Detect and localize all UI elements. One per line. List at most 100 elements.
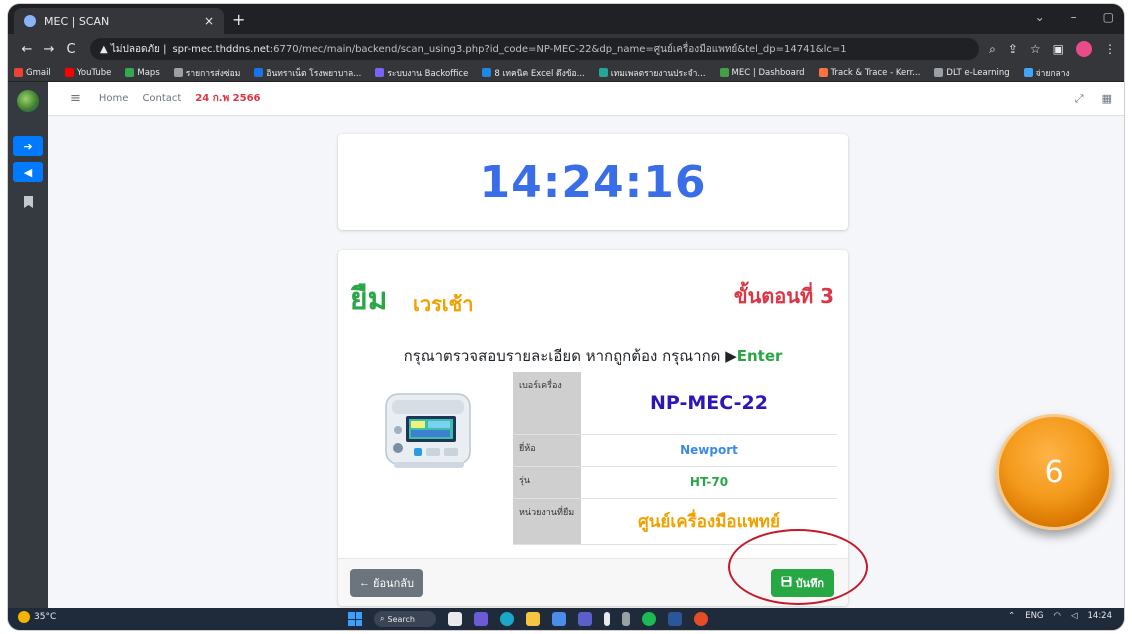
- bookmark-favicon-icon: [719, 68, 729, 77]
- reload-icon[interactable]: C: [60, 42, 82, 57]
- sidebar-back-button[interactable]: ◀: [13, 162, 43, 182]
- bookmark-label: Gmail: [26, 67, 51, 78]
- back-arrow-icon[interactable]: ←: [16, 42, 38, 57]
- hamburger-menu-icon[interactable]: ≡: [70, 91, 81, 106]
- table-row: เบอร์เครื่อง NP-MEC-22: [513, 372, 837, 435]
- card-footer: ← ย้อนกลับ บันทึก: [338, 558, 848, 606]
- bookmark-favicon-icon: [1023, 68, 1033, 77]
- fullscreen-icon[interactable]: ⤢: [1075, 92, 1084, 106]
- bookmark-item[interactable]: DLT e-Learning: [934, 68, 1010, 78]
- bookmark-item[interactable]: อินทราเน็ต โรงพยาบาล...: [254, 66, 361, 80]
- teams-icon[interactable]: [474, 612, 488, 626]
- bookmark-favicon-icon: [598, 68, 608, 77]
- nav-contact-link[interactable]: Contact: [142, 93, 181, 104]
- share-icon[interactable]: ⇪: [1008, 42, 1018, 56]
- tab-search-icon[interactable]: ⌄: [1035, 10, 1045, 24]
- app-icon[interactable]: [578, 612, 592, 626]
- row-label-brand: ยี่ห้อ: [513, 434, 581, 467]
- tab-close-icon[interactable]: ×: [204, 14, 214, 28]
- sidebar-forward-button[interactable]: ➔: [13, 136, 43, 156]
- page-content: ➔ ◀ ≡ Home Contact 24 ก.พ 2566 ⤢ ▦ 14:24…: [8, 82, 1124, 608]
- grid-icon[interactable]: ▦: [1102, 92, 1112, 106]
- address-bar[interactable]: ▲ ไม่ปลอดภัย | spr-mec.thddns.net :6770/…: [90, 38, 980, 60]
- nav-date: 24 ก.พ 2566: [195, 93, 261, 104]
- bookmark-item[interactable]: Maps: [125, 68, 160, 78]
- spotify-icon[interactable]: [642, 612, 656, 626]
- windows-taskbar: 35°C ⌕ Search ⌃ ENG ◠ ◁ 14:24: [8, 608, 1124, 630]
- bookmark-item[interactable]: ระบบงาน Backoffice: [375, 66, 468, 80]
- lang-indicator[interactable]: ENG: [1025, 611, 1043, 621]
- security-warning[interactable]: ▲ ไม่ปลอดภัย |: [100, 42, 166, 57]
- bookmark-label: อินทราเน็ต โรงพยาบาล...: [266, 68, 362, 79]
- taskbar-search-label: Search: [387, 614, 415, 624]
- clock-time: 14:24:16: [479, 156, 707, 208]
- browser-toolbar: ← → C ▲ ไม่ปลอดภัย | spr-mec.thddns.net …: [8, 34, 1124, 64]
- browser-tab[interactable]: MEC | SCAN ×: [14, 8, 224, 34]
- windows-start-icon[interactable]: [348, 612, 362, 626]
- clock-card: 14:24:16: [338, 134, 848, 230]
- window-controls: ⌄ – ▢: [1035, 10, 1114, 24]
- save-button-label: บันทึก: [795, 578, 824, 590]
- wifi-icon[interactable]: ◠: [1054, 611, 1061, 621]
- title-borrow: ยืม: [350, 282, 388, 317]
- bookmark-favicon-icon: [64, 68, 74, 77]
- back-button[interactable]: ← ย้อนกลับ: [350, 569, 423, 597]
- bookmark-item[interactable]: Track & Trace - Kerr...: [818, 67, 921, 78]
- toolbar-icons: ⌕ ⇪ ☆ ▣ ⋮: [989, 41, 1116, 57]
- row-value-department: ศูนย์เครื่องมือแพทย์: [581, 498, 837, 545]
- taskbar-apps: ⌕ Search: [348, 611, 708, 627]
- minimize-button[interactable]: –: [1071, 10, 1077, 24]
- app-logo[interactable]: [17, 90, 39, 112]
- url-path: :6770/mec/main/backend/scan_using3.php?i…: [269, 43, 847, 55]
- bookmarks-bar: Gmail YouTube Maps รายการส่งซ่อม อินทราเน็ต …: [8, 64, 1124, 82]
- nav-home-link[interactable]: Home: [99, 93, 129, 104]
- zoom-icon[interactable]: ⌕: [989, 42, 996, 57]
- bookmark-item[interactable]: YouTube: [64, 68, 111, 78]
- task-view-icon[interactable]: [448, 612, 462, 626]
- speaker-icon[interactable]: ◁: [1071, 611, 1078, 621]
- system-tray: ⌃ ENG ◠ ◁ 14:24: [1008, 611, 1112, 621]
- floppy-disk-icon: [781, 576, 792, 590]
- bookmark-label: ระบบงาน Backoffice: [387, 68, 469, 79]
- forward-arrow-icon[interactable]: →: [38, 42, 60, 57]
- instruction-enter-key: Enter: [736, 347, 783, 365]
- bookmark-favicon-icon: [14, 68, 23, 77]
- star-icon[interactable]: ☆: [1030, 42, 1041, 56]
- store-icon[interactable]: [552, 612, 566, 626]
- arrow-left-circle-icon: ◀: [23, 165, 33, 179]
- file-explorer-icon[interactable]: [526, 612, 540, 626]
- bookmark-item[interactable]: รายการส่งซ่อม: [173, 66, 240, 80]
- app-icon-2[interactable]: [604, 612, 610, 626]
- edge-icon[interactable]: [500, 612, 514, 626]
- maximize-button[interactable]: ▢: [1103, 10, 1114, 24]
- bookmark-label: Track & Trace - Kerr...: [830, 67, 921, 78]
- title-shift: เวรเช้า: [413, 292, 474, 316]
- chrome-icon[interactable]: [694, 612, 708, 626]
- instruction-message: กรุณาตรวจสอบรายละเอียด หากถูกต้อง กรุณาก…: [403, 347, 721, 365]
- bookmark-item[interactable]: จ่ายกลาง: [1023, 66, 1070, 80]
- bookmark-label: จ่ายกลาง: [1035, 68, 1070, 79]
- bookmark-icon[interactable]: [24, 196, 33, 208]
- device-detail-table: เบอร์เครื่อง NP-MEC-22 ยี่ห้อ Newport รุ…: [513, 372, 837, 545]
- profile-avatar[interactable]: [1076, 41, 1092, 57]
- taskbar-time[interactable]: 14:24: [1088, 611, 1113, 621]
- save-button[interactable]: บันทึก: [770, 569, 834, 597]
- bookmark-item[interactable]: Gmail: [14, 68, 51, 78]
- taskbar-search[interactable]: ⌕ Search: [374, 611, 436, 627]
- bookmark-item[interactable]: เทมเพลตรายงานประจำ...: [598, 66, 706, 80]
- bookmark-label: MEC | Dashboard: [731, 67, 805, 78]
- menu-icon[interactable]: ⋮: [1104, 42, 1116, 56]
- new-tab-button[interactable]: +: [232, 10, 245, 29]
- row-label-machine-number: เบอร์เครื่อง: [513, 372, 581, 435]
- instruction-text: กรุณาตรวจสอบรายละเอียด หากถูกต้อง กรุณาก…: [338, 344, 848, 368]
- app-icon-3[interactable]: [622, 612, 630, 626]
- bookmark-label: เทมเพลตรายงานประจำ...: [610, 68, 706, 79]
- table-row: รุ่น HT-70: [513, 466, 837, 499]
- bookmark-item[interactable]: MEC | Dashboard: [719, 67, 805, 78]
- bookmark-item[interactable]: 8 เทคนิค Excel ดึงข้อ...: [482, 66, 585, 80]
- sidepanel-icon[interactable]: ▣: [1053, 42, 1064, 56]
- word-icon[interactable]: [668, 612, 682, 626]
- weather-widget[interactable]: 35°C: [18, 611, 56, 623]
- bookmark-favicon-icon: [934, 68, 944, 77]
- chevron-up-icon[interactable]: ⌃: [1008, 611, 1015, 621]
